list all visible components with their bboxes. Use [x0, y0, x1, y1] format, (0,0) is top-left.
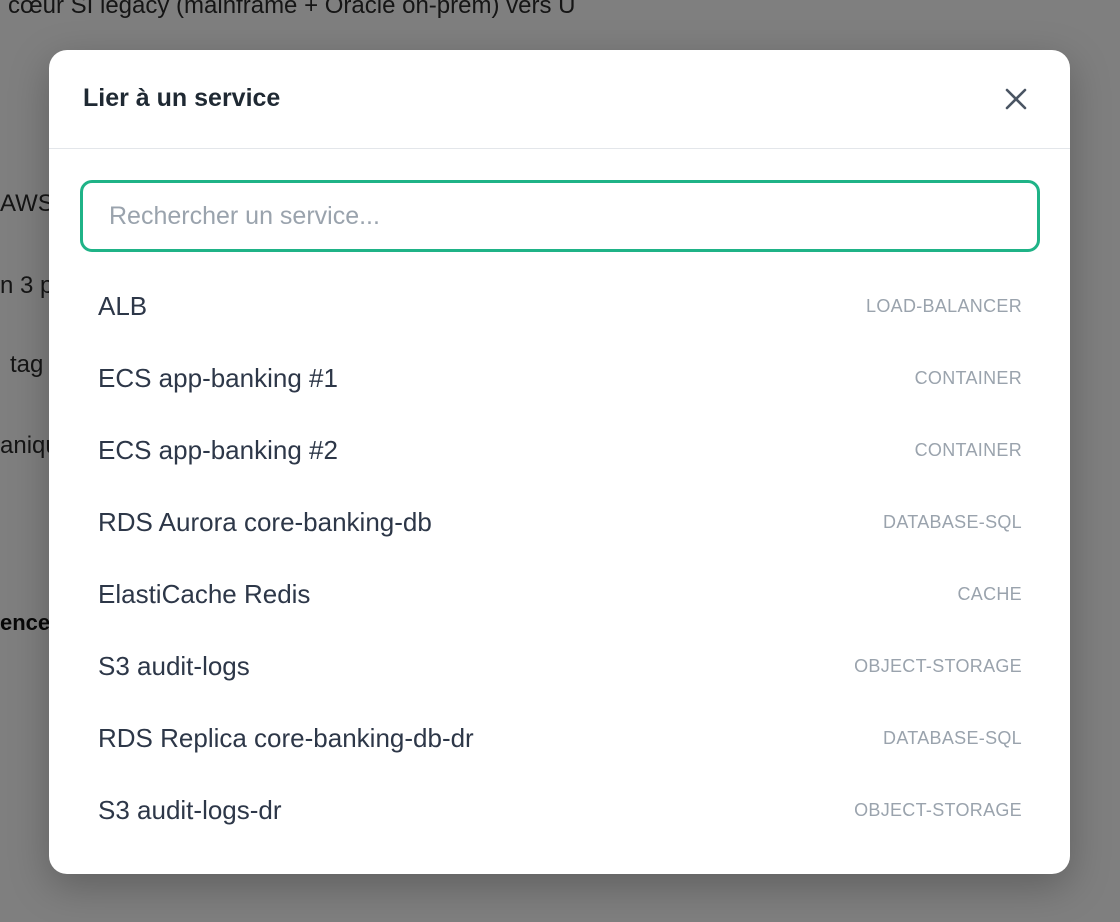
service-type-label: CONTAINER [914, 367, 1022, 388]
service-list-item[interactable]: ECS app-banking #1 CONTAINER [80, 342, 1040, 414]
service-name: S3 audit-logs [98, 650, 250, 681]
service-name: ElastiCache Redis [98, 578, 311, 609]
service-list-item[interactable]: RDS Replica core-banking-db-dr DATABASE-… [80, 702, 1040, 774]
service-name: ECS app-banking #2 [98, 434, 338, 465]
service-name: S3 audit-logs-dr [98, 794, 282, 825]
service-type-label: CACHE [957, 583, 1022, 604]
link-service-dialog: Lier à un service ALB LOAD-BALANCER ECS … [49, 50, 1070, 874]
dialog-header: Lier à un service [49, 50, 1070, 149]
service-list: ALB LOAD-BALANCER ECS app-banking #1 CON… [80, 270, 1040, 846]
search-input[interactable] [83, 183, 1037, 249]
close-icon [1005, 88, 1027, 110]
service-type-label: DATABASE-SQL [883, 511, 1022, 532]
service-type-label: DATABASE-SQL [883, 727, 1022, 748]
service-type-label: OBJECT-STORAGE [854, 799, 1022, 820]
service-list-item[interactable]: ElastiCache Redis CACHE [80, 558, 1040, 630]
service-name: RDS Replica core-banking-db-dr [98, 722, 474, 753]
dialog-title: Lier à un service [83, 84, 281, 112]
service-name: ALB [98, 290, 148, 321]
service-list-item[interactable]: ALB LOAD-BALANCER [80, 270, 1040, 342]
search-field-container [80, 180, 1040, 252]
service-name: ECS app-banking #1 [98, 362, 338, 393]
service-type-label: CONTAINER [914, 439, 1022, 460]
service-list-item[interactable]: ECS app-banking #2 CONTAINER [80, 414, 1040, 486]
service-list-item[interactable]: S3 audit-logs OBJECT-STORAGE [80, 630, 1040, 702]
service-type-label: LOAD-BALANCER [866, 295, 1022, 316]
service-name: RDS Aurora core-banking-db [98, 506, 432, 537]
service-type-label: OBJECT-STORAGE [854, 655, 1022, 676]
service-list-item[interactable]: S3 audit-logs-dr OBJECT-STORAGE [80, 774, 1040, 846]
close-button[interactable] [998, 81, 1034, 117]
service-list-item[interactable]: RDS Aurora core-banking-db DATABASE-SQL [80, 486, 1040, 558]
